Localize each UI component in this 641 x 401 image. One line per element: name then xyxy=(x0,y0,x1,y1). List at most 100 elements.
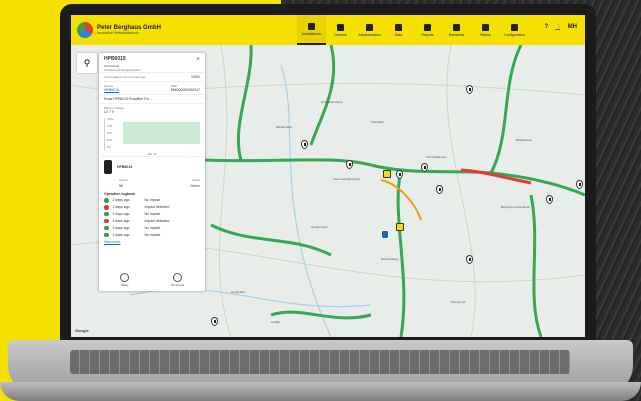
tomorrow-label: Tomorrow xyxy=(170,283,185,287)
nav-label: History xyxy=(480,32,491,37)
nav-reports[interactable]: Reports xyxy=(413,15,442,45)
log-when: 2 days ago xyxy=(112,212,130,217)
map-label: Steinbach xyxy=(371,120,385,124)
log-when: 2 days ago xyxy=(112,198,130,203)
header-actions: ? 🔔 MH xyxy=(545,24,578,31)
device-link[interactable]: HPB6019 xyxy=(104,88,119,92)
log-row: 3 days ago Impact detected xyxy=(99,218,205,225)
folder-icon xyxy=(366,23,373,31)
log-what: No impact xyxy=(144,232,161,237)
hourglass-icon xyxy=(482,23,489,31)
app-header: Peter Berghaus GmbH Innovative Verkehrst… xyxy=(71,15,585,45)
today-button[interactable]: Today xyxy=(119,273,129,287)
battery-level: 100% xyxy=(191,75,200,79)
view-more-link[interactable]: View more xyxy=(104,240,120,244)
brand-subtitle: Innovative Verkehrstechnik xyxy=(97,30,139,35)
search-button[interactable]: ⚲ xyxy=(77,53,97,73)
brand-name: Peter Berghaus GmbH xyxy=(97,24,162,31)
device-desc: Road HPB6019 Roadline Fix... xyxy=(104,97,152,101)
company-logo[interactable] xyxy=(77,22,93,38)
chart-icon xyxy=(395,23,402,31)
nav-label: Administration xyxy=(358,32,381,37)
log-row: 2 days ago No impact xyxy=(99,211,205,218)
nav-history[interactable]: History xyxy=(471,15,500,45)
gear-icon xyxy=(511,23,518,31)
logbook-title: Operation logbook xyxy=(104,192,136,196)
view-more-row: View more xyxy=(99,238,205,246)
battery-voltage-value: 12.7 V xyxy=(104,110,115,114)
status-ok-icon xyxy=(104,225,109,231)
chart-tick: 50% xyxy=(107,132,113,135)
nav-label: Configuration xyxy=(504,32,525,37)
unit-row: HPB6019 xyxy=(99,156,205,177)
map-label: Hof Kühlenhaus xyxy=(321,100,343,104)
nav-installations[interactable]: Installations xyxy=(297,15,326,45)
battery-chart: 100% 75% 50% 25% 0% xyxy=(104,118,200,150)
help-icon[interactable]: ? xyxy=(545,24,549,31)
map-label: Berghausen xyxy=(516,138,533,142)
folder-icon xyxy=(424,23,431,31)
chart-tick: 100% xyxy=(107,118,114,121)
laptop-base-lip xyxy=(0,382,641,401)
chart-tick: 25% xyxy=(107,139,113,142)
log-when: 3 days ago xyxy=(112,232,130,237)
map-label: Mühlenbach xyxy=(276,125,293,129)
pin-icon xyxy=(308,22,315,30)
today-label: Today xyxy=(120,283,129,287)
user-avatar[interactable]: MH xyxy=(568,24,577,31)
bell-icon[interactable]: 🔔 xyxy=(554,24,561,31)
imei-value: 866000000000917 xyxy=(170,88,200,92)
chart-area xyxy=(123,122,200,144)
speed-label: Speed xyxy=(119,178,128,182)
map-label: Berghaus Kürtenbach xyxy=(501,205,531,209)
chart-tick: 75% xyxy=(107,125,113,128)
nav-label: Scenarios xyxy=(448,32,465,37)
close-icon[interactable]: × xyxy=(196,56,200,63)
last-update: Last update a few seconds ago xyxy=(104,75,146,79)
mode-value: Green xyxy=(190,184,200,188)
panel-title: HPB6019 xyxy=(104,56,126,62)
weather-icon xyxy=(119,273,129,282)
status-alert-icon xyxy=(104,218,109,224)
folder-icon xyxy=(337,23,344,31)
nav-label: Installations xyxy=(302,31,321,36)
logbook-list: 2 days ago No impact 2 days ago Impact det… xyxy=(99,197,205,238)
nav-data[interactable]: Data xyxy=(384,15,413,45)
device-marker-yellow[interactable] xyxy=(396,223,404,231)
log-what: No impact xyxy=(144,198,161,203)
app-screen: Peter Berghaus GmbH Innovative Verkehrst… xyxy=(71,15,585,337)
calendar-icon xyxy=(453,23,460,31)
map-label: Schmidthausen xyxy=(426,155,447,159)
log-row: 2 days ago No impact xyxy=(99,197,205,204)
map-label: Hohenfeld xyxy=(231,290,245,294)
nav-administration[interactable]: Administration xyxy=(355,15,384,45)
search-icon: ⚲ xyxy=(83,57,91,68)
device-info-row: Device HPB6019 IMEI 866000000000917 xyxy=(99,82,205,95)
map-label: Lindlar xyxy=(271,320,281,324)
status-ok-icon xyxy=(104,232,109,238)
log-what: Impact detected xyxy=(144,205,170,210)
device-marker-blue[interactable] xyxy=(381,230,389,239)
map-label: Obergrund xyxy=(451,300,466,304)
log-row: 3 days ago No impact xyxy=(99,225,205,232)
nav-label: Devices xyxy=(334,32,347,37)
nav-scenarios[interactable]: Scenarios xyxy=(442,15,471,45)
panel-footer: Today Tomorrow xyxy=(99,273,205,287)
speed-value: 56 xyxy=(119,184,123,188)
device-desc-row: Road HPB6019 Roadline Fix... xyxy=(99,95,205,104)
installation-panel: HPB6019 Wichtswald Großenbach Beispielst… xyxy=(99,53,205,291)
nav-devices[interactable]: Devices xyxy=(326,15,355,45)
tomorrow-button[interactable]: Tomorrow xyxy=(171,273,184,287)
nav-label: Data xyxy=(394,32,403,37)
log-row: 3 days ago No impact xyxy=(99,231,205,238)
log-when: 3 days ago xyxy=(112,219,130,224)
weather-icon xyxy=(172,273,182,282)
main-nav: Installations Devices Administration Dat… xyxy=(297,15,529,45)
unit-id: HPB6019 xyxy=(117,165,133,169)
traffic-light-icon xyxy=(104,160,112,174)
last-update-row: Last update a few seconds ago 100% xyxy=(99,73,205,82)
nav-configuration[interactable]: Configuration xyxy=(500,15,529,45)
map-label: Großenbach xyxy=(311,225,328,229)
panel-location-sub: Großenbach Beispielstraße xyxy=(104,68,141,72)
selected-device-marker[interactable] xyxy=(383,170,391,178)
